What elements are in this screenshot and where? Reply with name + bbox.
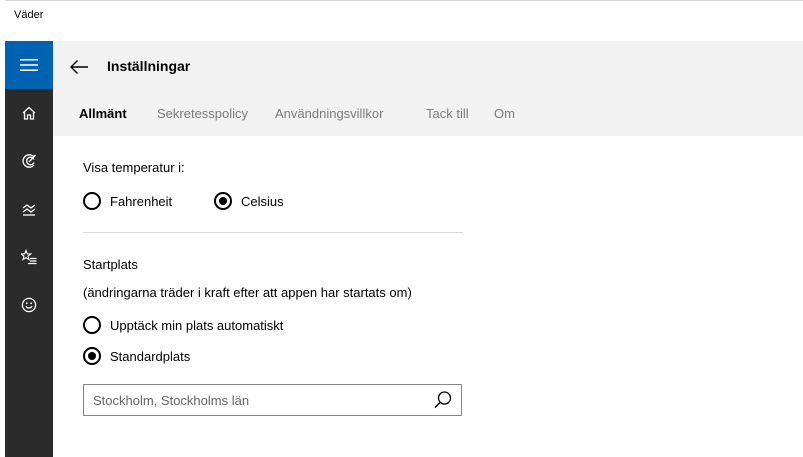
nav-forecast-home[interactable] [5, 89, 53, 137]
back-button[interactable] [67, 55, 91, 79]
forecast-icon [22, 154, 36, 168]
radio-default-location[interactable]: Standardplats [83, 346, 190, 366]
tab-general[interactable]: Allmänt [79, 106, 127, 121]
radio-auto-location[interactable]: Upptäck min plats automatiskt [83, 315, 283, 335]
location-search-box[interactable]: Stockholm, Stockholms län [83, 384, 462, 416]
home-icon [22, 106, 36, 120]
page-title: Inställningar [107, 58, 191, 74]
section-divider [83, 232, 463, 233]
startplats-label: Startplats [83, 257, 138, 272]
hamburger-menu-icon [20, 59, 38, 71]
settings-tabs: Allmänt Sekretesspolicy Användningsvillk… [53, 93, 803, 136]
radio-label: Fahrenheit [110, 193, 173, 209]
tab-credits[interactable]: Tack till [426, 106, 469, 121]
nav-favorites[interactable] [5, 233, 53, 281]
app-window: Väder Inställningar Allmänt Sekretesspol… [5, 0, 803, 457]
radio-label: Celsius [241, 193, 284, 209]
radio-label: Standardplats [110, 348, 191, 364]
radio-celsius[interactable]: Celsius [214, 191, 284, 211]
radio-circle [214, 192, 232, 210]
radio-label: Upptäck min plats automatiskt [110, 317, 284, 333]
tab-terms-of-use[interactable]: Användningsvillkor [275, 106, 383, 121]
radio-circle [83, 316, 101, 334]
radio-circle [83, 347, 101, 365]
search-icon[interactable] [433, 390, 453, 410]
window-title: Väder [14, 9, 44, 21]
nav-maps[interactable] [5, 137, 53, 185]
radio-fahrenheit[interactable]: Fahrenheit [83, 191, 172, 211]
radio-circle [83, 192, 101, 210]
tab-privacy-policy[interactable]: Sekretesspolicy [157, 106, 248, 121]
back-arrow-icon [70, 60, 88, 74]
tab-about[interactable]: Om [494, 106, 515, 121]
page-header: Inställningar [53, 41, 803, 93]
favorites-icon [21, 249, 37, 265]
nav-feedback[interactable] [5, 281, 53, 329]
navigation-rail [5, 41, 53, 457]
title-bar: Väder [5, 0, 803, 41]
temperature-label: Visa temperatur i: [83, 160, 185, 175]
feedback-icon [21, 297, 37, 313]
historical-weather-icon [22, 204, 36, 216]
hamburger-menu-button[interactable] [5, 41, 53, 89]
location-search-input[interactable]: Stockholm, Stockholms län [93, 393, 249, 408]
nav-historical-weather[interactable] [5, 185, 53, 233]
startplats-note: (ändringarna träder i kraft efter att ap… [83, 285, 412, 300]
